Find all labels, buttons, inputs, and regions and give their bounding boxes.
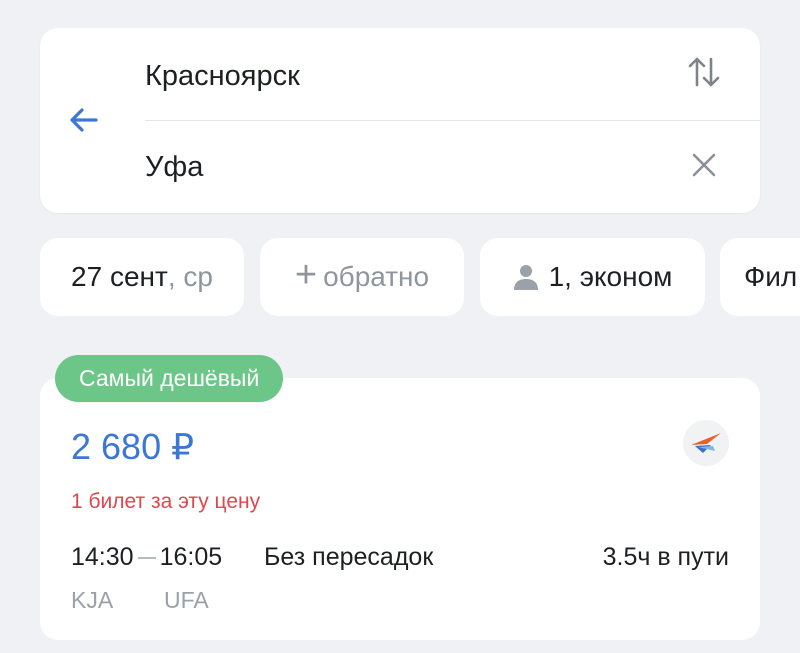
date-value: 27 сент (71, 261, 168, 292)
time-separator (137, 556, 156, 559)
arrow-left-icon (66, 102, 102, 143)
back-button[interactable] (62, 100, 106, 144)
airline-logo-icon (683, 420, 729, 466)
price: 2 680 ₽ (71, 426, 194, 467)
person-icon (513, 263, 539, 291)
clear-destination-button[interactable] (684, 147, 724, 187)
close-icon (690, 151, 718, 184)
flight-times: 14:30 16:05 (71, 543, 222, 572)
origin-field[interactable]: Красноярск (145, 28, 760, 121)
flight-result-card[interactable]: 2 680 ₽ 1 билет за эту цену 14:30 16:05 … (40, 378, 760, 640)
filters-label: Фил (744, 261, 798, 292)
arrival-time: 16:05 (159, 543, 223, 571)
swap-button[interactable] (684, 54, 724, 94)
passengers-label: 1, эконом (548, 261, 673, 292)
destination-field[interactable]: Уфа (145, 121, 760, 213)
return-label: обратно (323, 261, 430, 292)
search-options-bar: 27 сент, ср + обратно 1, эконом Фил (40, 238, 800, 316)
passengers-chip[interactable]: 1, эконом (480, 238, 705, 316)
origin-city: Красноярск (145, 60, 300, 92)
destination-city: Уфа (145, 151, 204, 183)
return-date-chip[interactable]: + обратно (260, 238, 464, 316)
cheapest-badge: Самый дешёвый (55, 355, 284, 402)
filters-chip[interactable]: Фил (720, 238, 800, 316)
transfers-info: Без пересадок (264, 543, 434, 571)
swap-vertical-icon (687, 54, 721, 95)
route-search-card: Красноярск Уфа (40, 28, 760, 213)
flight-duration: 3.5ч в пути (602, 543, 729, 571)
tickets-left-notice: 1 билет за эту цену (71, 490, 261, 513)
plus-icon: + (294, 254, 318, 296)
arrival-airport-code: UFA (164, 587, 209, 613)
date-weekday: , ср (167, 261, 213, 292)
date-chip[interactable]: 27 сент, ср (40, 238, 244, 316)
departure-time: 14:30 (71, 543, 134, 571)
departure-airport-code: KJA (71, 587, 114, 613)
